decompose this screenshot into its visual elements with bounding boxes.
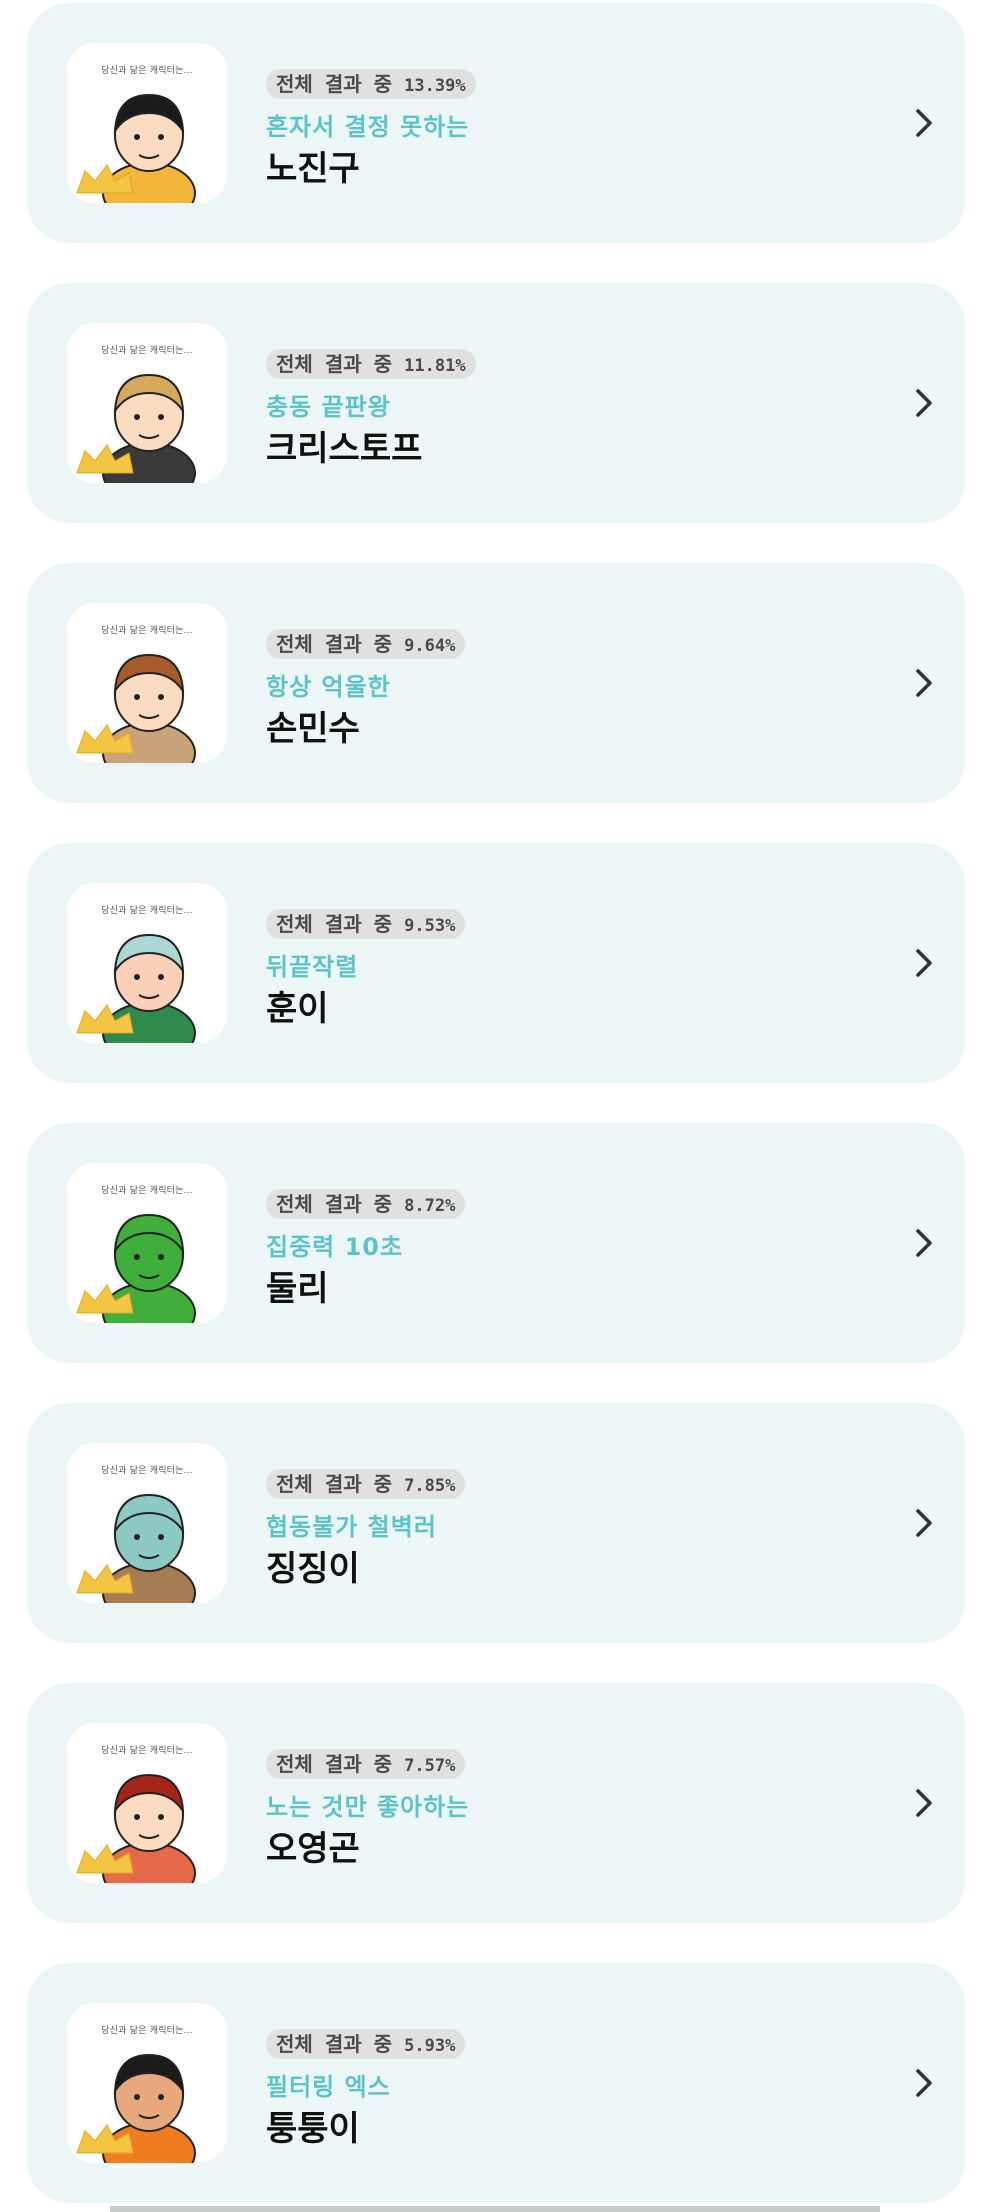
character-name: 노진구	[266, 149, 360, 189]
chevron-right-icon[interactable]	[909, 1505, 939, 1541]
result-card[interactable]: 당신과 닮은 캐릭터는... 전체 결과 중 9.53% 뒤끝작렬 훈이	[27, 843, 965, 1083]
result-share-badge: 전체 결과 중 7.57%	[266, 1749, 466, 1779]
result-share-badge: 전체 결과 중 9.64%	[266, 629, 466, 659]
character-subtitle: 집중력 10초	[266, 1233, 404, 1261]
home-indicator	[110, 2206, 880, 2212]
thumbnail-caption: 당신과 닮은 캐릭터는...	[101, 66, 193, 76]
badge-prefix: 전체 결과 중	[276, 352, 393, 376]
chevron-right-icon[interactable]	[909, 945, 939, 981]
badge-percent: 7.57%	[404, 1756, 456, 1776]
result-share-badge: 전체 결과 중 7.85%	[266, 1469, 466, 1499]
result-share-badge: 전체 결과 중 5.93%	[266, 2029, 466, 2059]
thumbnail-caption: 당신과 닮은 캐릭터는...	[101, 1466, 193, 1476]
chevron-right-icon[interactable]	[909, 385, 939, 421]
character-thumbnail: 당신과 닮은 캐릭터는...	[67, 1163, 227, 1323]
badge-percent: 5.93%	[404, 2036, 456, 2056]
character-thumbnail: 당신과 닮은 캐릭터는...	[67, 1723, 227, 1883]
badge-prefix: 전체 결과 중	[276, 1472, 393, 1496]
badge-prefix: 전체 결과 중	[276, 1192, 393, 1216]
chevron-right-icon[interactable]	[909, 665, 939, 701]
result-share-badge: 전체 결과 중 13.39%	[266, 69, 476, 99]
chevron-right-icon[interactable]	[909, 105, 939, 141]
badge-prefix: 전체 결과 중	[276, 912, 393, 936]
badge-percent: 11.81%	[404, 356, 466, 376]
thumbnail-caption: 당신과 닮은 캐릭터는...	[101, 1746, 193, 1756]
chevron-right-icon[interactable]	[909, 1225, 939, 1261]
character-name: 둘리	[266, 1269, 329, 1309]
badge-percent: 9.53%	[404, 916, 456, 936]
character-subtitle: 노는 것만 좋아하는	[266, 1793, 470, 1821]
thumbnail-caption: 당신과 닮은 캐릭터는...	[101, 626, 193, 636]
character-name: 퉁퉁이	[266, 2109, 360, 2149]
character-thumbnail: 당신과 닮은 캐릭터는...	[67, 2003, 227, 2163]
result-card[interactable]: 당신과 닮은 캐릭터는... 전체 결과 중 9.64% 항상 억울한 손민수	[27, 563, 965, 803]
result-share-badge: 전체 결과 중 8.72%	[266, 1189, 466, 1219]
character-thumbnail: 당신과 닮은 캐릭터는...	[67, 883, 227, 1043]
thumbnail-caption: 당신과 닮은 캐릭터는...	[101, 346, 193, 356]
badge-percent: 8.72%	[404, 1196, 456, 1216]
character-thumbnail: 당신과 닮은 캐릭터는...	[67, 323, 227, 483]
chevron-right-icon[interactable]	[909, 2065, 939, 2101]
character-thumbnail: 당신과 닮은 캐릭터는...	[67, 603, 227, 763]
result-card[interactable]: 당신과 닮은 캐릭터는... 전체 결과 중 7.57% 노는 것만 좋아하는 …	[27, 1683, 965, 1923]
character-thumbnail: 당신과 닮은 캐릭터는...	[67, 1443, 227, 1603]
result-share-badge: 전체 결과 중 11.81%	[266, 349, 476, 379]
character-subtitle: 충동 끝판왕	[266, 393, 391, 421]
result-card[interactable]: 당신과 닮은 캐릭터는... 전체 결과 중 13.39% 혼자서 결정 못하는…	[27, 3, 965, 243]
character-name: 크리스토프	[266, 429, 423, 469]
character-subtitle: 협동불가 철벽러	[266, 1513, 437, 1541]
character-subtitle: 필터링 엑스	[266, 2073, 391, 2101]
badge-prefix: 전체 결과 중	[276, 1752, 393, 1776]
character-name: 징징이	[266, 1549, 360, 1589]
thumbnail-caption: 당신과 닮은 캐릭터는...	[101, 2026, 193, 2036]
badge-percent: 7.85%	[404, 1476, 456, 1496]
badge-percent: 9.64%	[404, 636, 456, 656]
character-subtitle: 항상 억울한	[266, 673, 391, 701]
character-name: 오영곤	[266, 1829, 360, 1869]
thumbnail-caption: 당신과 닮은 캐릭터는...	[101, 1186, 193, 1196]
result-card[interactable]: 당신과 닮은 캐릭터는... 전체 결과 중 7.85% 협동불가 철벽러 징징…	[27, 1403, 965, 1643]
badge-prefix: 전체 결과 중	[276, 2032, 393, 2056]
character-name: 훈이	[266, 989, 329, 1029]
character-thumbnail: 당신과 닮은 캐릭터는...	[67, 43, 227, 203]
character-subtitle: 혼자서 결정 못하는	[266, 113, 470, 141]
character-name: 손민수	[266, 709, 360, 749]
result-card[interactable]: 당신과 닮은 캐릭터는... 전체 결과 중 5.93% 필터링 엑스 퉁퉁이	[27, 1963, 965, 2203]
result-card[interactable]: 당신과 닮은 캐릭터는... 전체 결과 중 8.72% 집중력 10초 둘리	[27, 1123, 965, 1363]
badge-prefix: 전체 결과 중	[276, 632, 393, 656]
result-share-badge: 전체 결과 중 9.53%	[266, 909, 466, 939]
character-subtitle: 뒤끝작렬	[266, 953, 359, 981]
badge-prefix: 전체 결과 중	[276, 72, 393, 96]
badge-percent: 13.39%	[404, 76, 466, 96]
thumbnail-caption: 당신과 닮은 캐릭터는...	[101, 906, 193, 916]
chevron-right-icon[interactable]	[909, 1785, 939, 1821]
result-card[interactable]: 당신과 닮은 캐릭터는... 전체 결과 중 11.81% 충동 끝판왕 크리스…	[27, 283, 965, 523]
